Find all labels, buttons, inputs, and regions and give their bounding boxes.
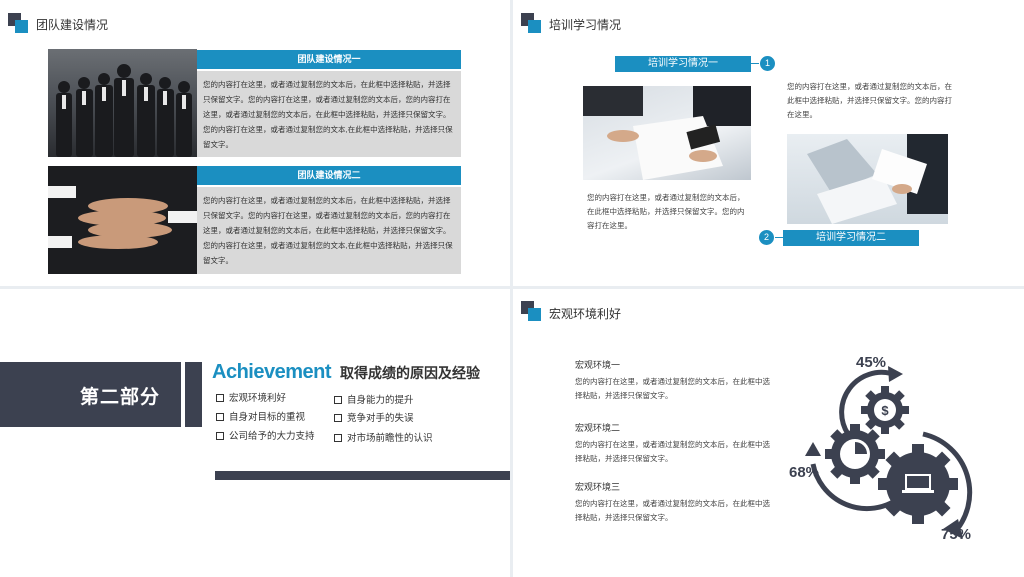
training-item1-label: 培训学习情况一 <box>615 56 751 72</box>
training-item1-text: 您的内容打在这里，或者通过复制您的文本后，在此框中选择粘贴，并选择只保留文字。您… <box>787 82 952 119</box>
number-badge-2: 2 <box>759 230 774 245</box>
bottom-bar <box>215 471 510 480</box>
macro-item2-heading: 宏观环境二 <box>575 423 621 433</box>
training-item2-label: 培训学习情况二 <box>783 230 919 246</box>
checkbox-icon <box>216 394 224 403</box>
block1-text: 您的内容打在这里，或者通过复制您的文本后，在此框中选择粘贴，并选择只保留文字。您… <box>197 71 461 157</box>
checkbox-icon <box>334 396 342 405</box>
slide-title: 培训学习情况 <box>549 18 622 32</box>
connector-line <box>751 63 759 64</box>
hands-photo <box>48 166 197 274</box>
percent-45: 45% <box>856 354 887 371</box>
checkbox-icon <box>334 434 342 443</box>
checkbox-icon <box>334 414 342 423</box>
bullet-right-3: 对市场前瞻性的认识 <box>334 430 433 444</box>
training-item2-text: 您的内容打在这里，或者通过复制您的文本后，在此框中选择粘贴，并选择只保留文字。您… <box>587 193 745 230</box>
macro-item1-heading: 宏观环境一 <box>575 360 621 370</box>
reasons-heading: 取得成绩的原因及经验 <box>340 365 480 381</box>
connector-line <box>775 237 783 238</box>
gears-graphic: $ <box>805 366 973 539</box>
macro-item1-text: 您的内容打在这里，或者通过复制您的文本后，在此框中选择粘贴，并选择只保留文字。 <box>575 377 770 400</box>
section-banner-accent <box>185 362 202 427</box>
macro-item3-text: 您的内容打在这里，或者通过复制您的文本后，在此框中选择粘贴，并选择只保留文字。 <box>575 499 770 522</box>
slide-team-building[interactable]: 团队建设情况 团队建设情况一 您的内容打在这里，或者通过复制您的文本后，在此框中… <box>0 0 510 286</box>
percent-68: 68% <box>789 464 820 481</box>
laptop-photo <box>787 134 948 224</box>
team-photo <box>48 49 197 157</box>
slide-title: 宏观环境利好 <box>549 307 622 321</box>
achievement-title: Achievement <box>212 361 332 383</box>
slide-macro-environment[interactable]: 宏观环境利好 宏观环境一 您的内容打在这里，或者通过复制您的文本后，在此框中选择… <box>513 289 1024 577</box>
header-squares-icon <box>521 301 541 321</box>
checkbox-icon <box>216 432 224 441</box>
block2-text: 您的内容打在这里，或者通过复制您的文本后，在此框中选择粘贴，并选择只保留文字。您… <box>197 187 461 274</box>
svg-text:$: $ <box>881 403 889 418</box>
header-squares-icon <box>8 13 28 33</box>
number-badge-1: 1 <box>760 56 775 71</box>
meeting-photo <box>583 86 751 180</box>
bullet-left-3: 公司给予的大力支持 <box>216 428 315 442</box>
section-label: 第二部分 <box>80 387 161 408</box>
macro-item3-heading: 宏观环境三 <box>575 482 621 492</box>
macro-item2-text: 您的内容打在这里，或者通过复制您的文本后，在此框中选择粘贴，并选择只保留文字。 <box>575 440 770 463</box>
slide-section-two[interactable]: 第二部分 Achievement 取得成绩的原因及经验 宏观环境利好 自身对目标… <box>0 289 510 577</box>
block1-heading: 团队建设情况一 <box>197 50 461 69</box>
block2-heading: 团队建设情况二 <box>197 166 461 185</box>
checkbox-icon <box>216 413 224 422</box>
bullet-left-1: 宏观环境利好 <box>216 390 286 404</box>
slide-title: 团队建设情况 <box>36 18 109 32</box>
bullet-right-1: 自身能力的提升 <box>334 392 414 406</box>
bullet-right-2: 竞争对手的失误 <box>334 410 414 424</box>
percent-75: 75% <box>941 526 972 543</box>
header-squares-icon <box>521 13 541 33</box>
slide-training[interactable]: 培训学习情况 培训学习情况一 1 您的内容打在这里，或者通过复制您的文本后，在此… <box>513 0 1024 286</box>
bullet-left-2: 自身对目标的重视 <box>216 409 305 423</box>
